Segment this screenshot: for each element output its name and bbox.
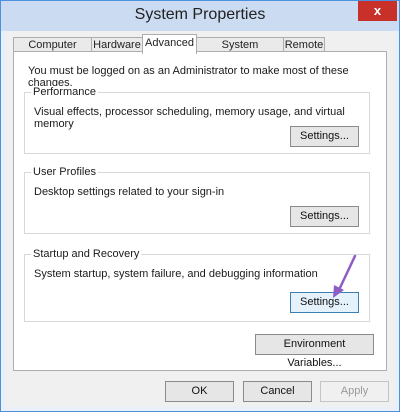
annotation-arrow-icon <box>333 254 357 298</box>
apply-button[interactable]: Apply <box>320 381 389 402</box>
cancel-button[interactable]: Cancel <box>243 381 312 402</box>
group-title-user-profiles: User Profiles <box>31 166 98 178</box>
close-button[interactable]: x <box>358 1 397 21</box>
performance-settings-button[interactable]: Settings... <box>290 126 359 147</box>
title-bar[interactable]: System Properties x <box>1 1 399 31</box>
window-title: System Properties <box>134 6 266 23</box>
user-profiles-settings-button[interactable]: Settings... <box>290 206 359 227</box>
group-title-startup-recovery: Startup and Recovery <box>31 248 142 260</box>
tab-advanced[interactable]: Advanced <box>142 34 197 54</box>
environment-variables-button[interactable]: Environment Variables... <box>255 334 374 369</box>
performance-group: Performance Visual effects, processor sc… <box>24 86 370 154</box>
system-properties-window: System Properties x Computer Name Hardwa… <box>0 0 400 412</box>
close-icon: x <box>373 3 382 18</box>
user-profiles-group: User Profiles Desktop settings related t… <box>24 166 370 234</box>
startup-recovery-group: Startup and Recovery System startup, sys… <box>24 248 370 322</box>
dialog-client-area: Computer Name Hardware Advanced System P… <box>5 31 395 407</box>
advanced-tab-panel: You must be logged on as an Administrato… <box>13 51 387 371</box>
ok-button[interactable]: OK <box>165 381 234 402</box>
user-profiles-description: Desktop settings related to your sign-in <box>34 186 225 198</box>
startup-recovery-description: System startup, system failure, and debu… <box>34 268 318 280</box>
group-title-performance: Performance <box>31 86 98 98</box>
